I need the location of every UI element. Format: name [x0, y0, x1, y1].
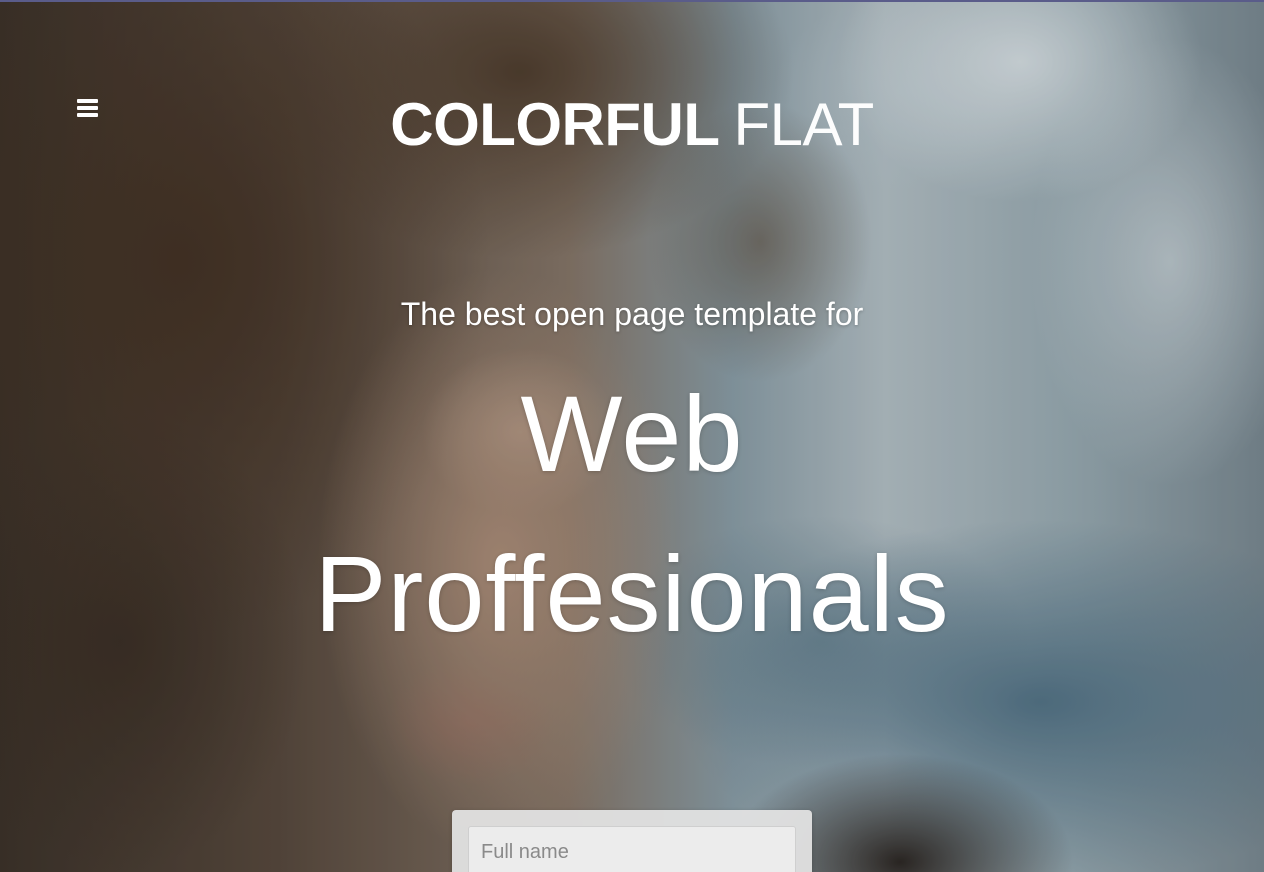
brand-logo[interactable]: COLORFUL FLAT: [0, 90, 1264, 160]
hero-section: COLORFUL FLAT The best open page template…: [0, 0, 1264, 872]
hero-headline-line2: Proffesionals: [314, 533, 950, 654]
full-name-input[interactable]: [468, 826, 796, 872]
hero-headline-line1: Web: [520, 373, 744, 494]
hero-tagline: The best open page template for: [400, 296, 864, 332]
brand-light-text: FLAT: [733, 91, 875, 158]
hero-headline: Web Proffesionals: [0, 354, 1264, 674]
brand-bold-text: COLORFUL: [390, 91, 720, 158]
signup-form: [452, 810, 812, 872]
